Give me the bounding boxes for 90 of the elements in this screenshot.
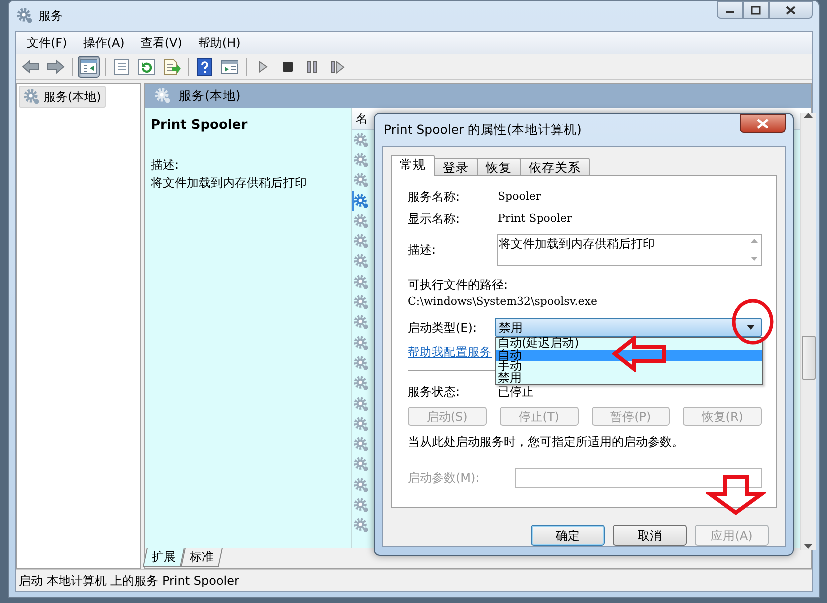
back-arrow-icon	[21, 58, 41, 76]
hint-text: 当从此处启动服务时，您可指定所适用的启动参数。	[408, 434, 685, 451]
maximize-button[interactable]	[743, 1, 769, 19]
dialog-button[interactable]: 取消	[613, 525, 687, 546]
view-tab[interactable]: 标准	[180, 548, 224, 567]
field-label: 描述:	[408, 242, 438, 259]
field-label: 服务名称:	[408, 189, 462, 206]
gear-icon	[354, 478, 369, 493]
annotation-arrow	[612, 336, 667, 372]
close-icon	[786, 6, 796, 14]
status-label: 服务状态:	[408, 384, 462, 401]
path-value: C:\windows\System32\spoolsv.exe	[408, 294, 598, 310]
dropdown-option[interactable]: 自动(延迟启动)	[496, 338, 582, 350]
field-label: 启动参数(M):	[408, 470, 481, 487]
gear-icon	[354, 498, 369, 513]
gear-icon	[24, 89, 40, 105]
gear-icon	[354, 295, 369, 310]
gear-icon	[354, 152, 369, 168]
service-name: Print Spooler	[151, 117, 249, 135]
maximize-icon	[751, 6, 761, 14]
dialog-tab[interactable]: 登录	[434, 158, 478, 176]
gear-icon	[354, 437, 369, 452]
dropdown-option[interactable]: 禁用	[496, 372, 524, 384]
caret-icon	[747, 325, 755, 330]
gear-icon	[17, 8, 33, 24]
field-value: Spooler	[498, 188, 542, 205]
dropdown-option[interactable]: 手动	[496, 361, 524, 372]
gear-icon	[354, 254, 369, 270]
toolbar-button[interactable]	[78, 56, 100, 78]
gear-icon	[354, 457, 369, 472]
tree-item[interactable]: 服务(本地)	[19, 86, 106, 108]
gear-icon	[354, 376, 369, 392]
close-button[interactable]	[740, 114, 786, 133]
status-value: 已停止	[498, 384, 534, 401]
refresh-icon	[137, 58, 157, 76]
gear-icon	[354, 214, 369, 229]
scrollbar[interactable]	[800, 113, 816, 550]
startup-type-dropdown[interactable]: 禁用	[495, 318, 762, 337]
gear-icon	[354, 518, 369, 534]
gear-icon	[354, 396, 369, 412]
export-list-icon	[162, 58, 182, 76]
help-link[interactable]: 帮助我配置服务	[408, 344, 492, 358]
scroll-up-icon	[804, 113, 813, 119]
dialog-button[interactable]: 确定	[531, 525, 605, 546]
scroll-up-icon	[750, 239, 758, 243]
description-box: 将文件加载到内存供稍后打印	[497, 234, 762, 266]
field-label: 启动类型(E):	[408, 320, 478, 336]
field-value: Print Spooler	[498, 210, 572, 227]
scrollbar-thumb[interactable]	[802, 336, 816, 380]
path-label: 可执行文件的路径:	[408, 277, 510, 294]
console-tree-icon	[79, 58, 99, 76]
help-icon	[195, 58, 215, 76]
status-bar: 启动 本地计算机 上的服务 Print Spooler	[16, 569, 812, 591]
gear-icon	[354, 274, 369, 290]
description-label: 描述:	[151, 156, 180, 174]
menu-item[interactable]: 帮助(H)	[191, 34, 248, 52]
properties-icon	[112, 58, 132, 76]
gear-icon	[354, 356, 369, 371]
menu-item[interactable]: 操作(A)	[76, 34, 132, 52]
view-tab[interactable]: 扩展	[142, 548, 186, 567]
window-title: 服务	[39, 8, 63, 25]
dialog-title: Print Spooler 的属性(本地计算机)	[384, 120, 582, 139]
gear-icon	[155, 88, 171, 104]
gear-icon	[354, 173, 369, 188]
dialog-tab[interactable]: 恢复	[477, 158, 521, 176]
gear-icon	[354, 315, 369, 330]
close-button[interactable]	[769, 1, 813, 19]
gear-icon	[354, 234, 369, 250]
window-view-icon	[220, 58, 240, 76]
annotation-arrow	[706, 474, 766, 516]
menu-item[interactable]: 文件(F)	[20, 34, 74, 52]
column-header[interactable]: 名	[356, 110, 368, 128]
forward-arrow-icon	[46, 58, 66, 76]
gear-icon	[354, 416, 369, 432]
scroll-down-icon	[804, 544, 813, 550]
scroll-down-icon	[750, 257, 758, 261]
dropdown-option[interactable]: 自动	[496, 350, 762, 361]
gear-icon	[354, 132, 369, 148]
menu-item[interactable]: 查看(V)	[134, 34, 190, 52]
dialog-tab[interactable]: 常规	[391, 155, 435, 176]
annotation-circle	[731, 298, 775, 346]
minimize-button[interactable]	[717, 1, 743, 19]
service-row[interactable]	[352, 190, 369, 212]
gear-icon	[354, 194, 369, 209]
close-icon	[757, 118, 769, 128]
gear-icon	[354, 336, 369, 351]
dialog-tab[interactable]: 依存关系	[520, 158, 590, 176]
description-text: 将文件加载到内存供稍后打印	[151, 174, 308, 192]
pane-header: 服务(本地)	[145, 84, 811, 108]
field-label: 显示名称:	[408, 211, 462, 228]
